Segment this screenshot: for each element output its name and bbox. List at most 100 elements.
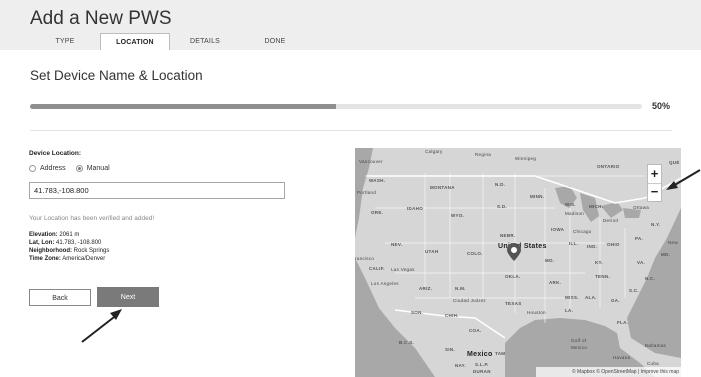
map-label-gulf: Gulf of — [571, 338, 587, 343]
map-label-bcs: B.C.S. — [399, 340, 415, 345]
map-label-va: VA. — [637, 260, 646, 265]
radio-option-address[interactable]: Address — [29, 165, 66, 172]
detail-elevation: Elevation: 2061 m — [29, 232, 80, 238]
map-label-colo: COLO. — [467, 251, 483, 256]
zoom-in-button[interactable]: + — [648, 165, 661, 184]
map-label-losangeles: Los Angeles — [371, 281, 399, 286]
back-button[interactable]: Back — [29, 289, 91, 306]
map-label-miss: MISS. — [565, 295, 579, 300]
map-label-slp: S.L.P. — [475, 362, 489, 367]
divider — [30, 130, 672, 131]
address-radio-label: Address — [40, 165, 66, 172]
location-details: Elevation: 2061 m Lat, Lon: 41.783, -108… — [29, 231, 109, 263]
map-label-new: New — [668, 240, 678, 245]
map-label-ottawa: Ottawa — [633, 205, 650, 210]
progress-fill — [30, 104, 336, 109]
map-label-ore: ORE. — [371, 210, 384, 215]
map-label-chicago: Chicago — [573, 229, 592, 234]
map-label-lasvegas: Las Vegas — [391, 267, 415, 272]
progress-bar — [30, 104, 642, 109]
map-label-tenn: TENN. — [595, 274, 610, 279]
map-label-nev: NEV. — [391, 242, 403, 247]
detail-neighborhood: Neighborhood: Rock Springs — [29, 248, 110, 254]
map-label-chih: CHIH. — [445, 313, 459, 318]
tab-details[interactable]: DETAILS — [170, 33, 240, 50]
map-label-ala: ALA. — [585, 295, 597, 300]
map-label-okla: OKLA. — [505, 274, 521, 279]
map-label-ill: ILL. — [569, 241, 579, 246]
map-label-ind: IND. — [587, 244, 598, 249]
location-map[interactable]: Calgary Regina Winnipeg ONTARIO QUÉ Vanc… — [355, 148, 681, 377]
map-label-nd: N.D. — [495, 182, 506, 187]
map-label-nay: NAY. — [455, 363, 467, 368]
map-label-cuba: Cuba — [647, 361, 659, 366]
map-label-gulf-mexico: Mexico — [571, 345, 588, 350]
map-label-juarez: Ciudad Juárez — [453, 298, 486, 303]
map-label-mich: MICH. — [589, 204, 604, 209]
map-label-nm: N.M. — [455, 286, 466, 291]
location-pin-icon — [507, 243, 521, 261]
map-label-sc: S.C. — [629, 288, 639, 293]
map-label-mo: MO. — [545, 258, 555, 263]
map-label-nc: N.C. — [645, 276, 656, 281]
map-label-ny: N.Y. — [651, 222, 661, 227]
map-label-ga: GA. — [611, 298, 620, 303]
map-label-sin: SIN. — [445, 347, 455, 352]
wizard-tabs: TYPE LOCATION DETAILS DONE — [30, 33, 310, 50]
map-label-madison: Madison — [565, 211, 585, 216]
map-label-wyo: WYO. — [451, 213, 465, 218]
map-zoom-control: + − — [647, 164, 662, 202]
manual-radio-label: Manual — [86, 165, 110, 172]
map-label-pa: PA. — [635, 236, 644, 241]
coordinates-input[interactable] — [29, 182, 285, 199]
map-label-ark: ARK. — [549, 280, 562, 285]
location-mode-radios: Address Manual — [29, 165, 120, 172]
map-label-calgary: Calgary — [425, 149, 443, 154]
map-label-calif: CALIF. — [369, 266, 385, 271]
verified-message: Your Location has been verified and adde… — [29, 215, 155, 222]
map-label-fla: FLA. — [617, 320, 629, 325]
tab-done[interactable]: DONE — [240, 33, 310, 50]
map-label-detroit: Detroit — [603, 218, 619, 223]
map-label-minn: MINN. — [530, 194, 545, 199]
map-label-mexico: Mexico — [467, 351, 493, 358]
map-label-son: SON. — [411, 310, 424, 315]
map-label-idaho: IDAHO — [407, 206, 423, 211]
zoom-out-button[interactable]: − — [648, 183, 661, 201]
map-label-wis: WIS. — [565, 202, 576, 207]
map-label-la: LA. — [565, 308, 574, 313]
tab-type[interactable]: TYPE — [30, 33, 100, 50]
map-label-sd: S.D. — [497, 204, 507, 209]
radio-option-manual[interactable]: Manual — [75, 165, 110, 172]
map-label-bahamas: Bahamas — [645, 343, 667, 348]
map-label-us: United States — [498, 243, 547, 250]
map-label-utah: UTAH — [425, 249, 439, 254]
next-button[interactable]: Next — [97, 287, 159, 307]
map-label-texas: TEXAS — [505, 301, 522, 306]
map-label-iowa: IOWA — [551, 227, 565, 232]
map-label-francisco: rancisco — [355, 256, 375, 261]
address-radio[interactable] — [29, 165, 36, 172]
map-label-houston: Houston — [527, 310, 546, 315]
map-label-coa: COA. — [469, 328, 482, 333]
map-label-que: QUÉ — [669, 160, 680, 165]
detail-latlon: Lat, Lon: 41.783, -108.800 — [29, 240, 102, 246]
device-location-label: Device Location: — [29, 150, 82, 157]
map-label-nebr: NEBR. — [500, 233, 516, 238]
manual-radio[interactable] — [75, 165, 83, 172]
page-title: Add a New PWS — [30, 8, 172, 29]
detail-timezone: Time Zone: America/Denver — [29, 256, 106, 262]
progress-percent: 50% — [652, 101, 671, 111]
map-label-tam: TAM — [495, 351, 506, 356]
map-label-winnipeg: Winnipeg — [515, 156, 537, 161]
map-label-ariz: ARIZ. — [419, 286, 433, 291]
map-attribution[interactable]: © Mapbox © OpenStreetMap | Improve this … — [536, 367, 681, 377]
map-label-ky: KY. — [595, 260, 603, 265]
map-label-vancouver: Vancouver — [359, 159, 383, 164]
map-label-ohio: OHIO — [607, 242, 620, 247]
map-label-regina: Regina — [475, 152, 492, 157]
tab-location[interactable]: LOCATION — [100, 33, 170, 50]
map-label-portland: Portland — [357, 190, 377, 195]
map-label-ontario: ONTARIO — [597, 164, 620, 169]
page-header: Add a New PWS TYPE LOCATION DETAILS DONE — [0, 0, 701, 50]
